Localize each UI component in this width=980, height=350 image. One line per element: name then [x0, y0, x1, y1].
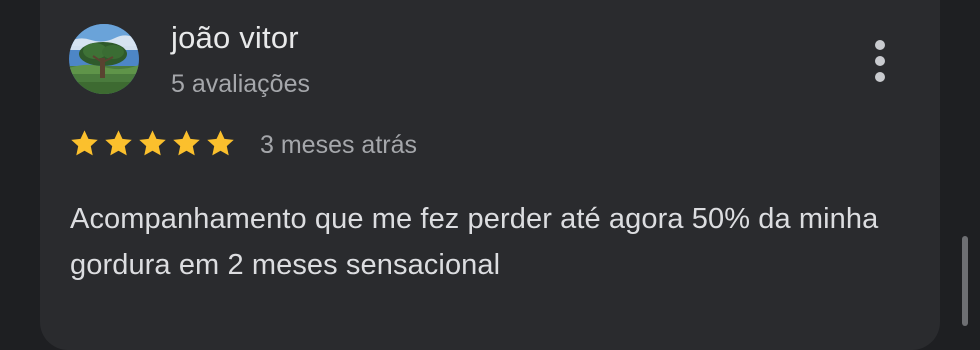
- more-vert-icon-dot: [875, 72, 885, 82]
- star-icon: [71, 130, 98, 156]
- star-rating: [69, 128, 236, 162]
- author-review-count: 5 avaliações: [171, 70, 310, 98]
- star-icon: [173, 130, 200, 156]
- more-vert-icon: [875, 40, 885, 50]
- tree-landscape-icon: [69, 24, 139, 94]
- more-options-button[interactable]: [864, 36, 896, 86]
- author-name[interactable]: joão vitor: [171, 18, 299, 58]
- scrollbar-thumb[interactable]: [962, 236, 968, 326]
- more-vert-icon-dot: [875, 56, 885, 66]
- star-icon: [207, 130, 234, 156]
- review-date: 3 meses atrás: [260, 131, 418, 159]
- star-icon: [139, 130, 166, 156]
- review-text: Acompanhamento que me fez perder até ago…: [70, 203, 879, 281]
- avatar[interactable]: [69, 24, 139, 94]
- star-icon: [105, 130, 132, 156]
